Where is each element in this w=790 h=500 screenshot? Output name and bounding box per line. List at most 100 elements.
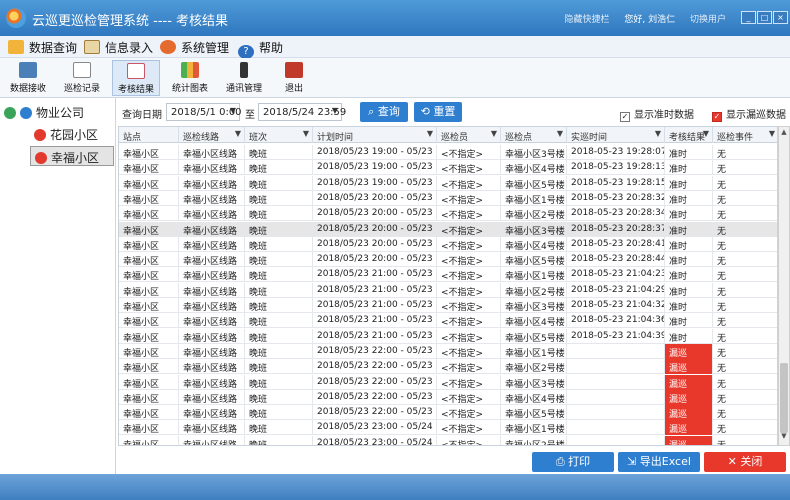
table-row[interactable]: 幸福小区幸福小区线路晚班2018/05/23 22:00 - 05/23 23:… [119, 359, 777, 375]
table-row[interactable]: 幸福小区幸福小区线路晚班2018/05/23 21:00 - 05/23 22:… [119, 298, 777, 313]
tool-communication[interactable]: 通讯管理 [220, 60, 268, 96]
tool-exit[interactable]: 退出 [276, 60, 312, 96]
end-date-picker[interactable]: 2018/5/24 23:59 ▼ [258, 103, 346, 121]
table-cell: 2018/05/23 20:00 - 05/23 21:00 [313, 236, 437, 252]
table-cell: 2018/05/23 22:00 - 05/23 23:00 [313, 405, 437, 421]
table-row[interactable]: 幸福小区幸福小区线路晚班2018/05/23 20:00 - 05/23 21:… [119, 190, 777, 206]
start-date-picker[interactable]: 2018/5/1 0:00 ▼ [166, 103, 242, 121]
tree-root[interactable]: 物业公司 [4, 104, 84, 124]
table-cell: 幸福小区4号楼 [501, 313, 567, 329]
scroll-down-icon[interactable]: ▼ [779, 432, 789, 444]
table-cell: 2018-05-23 19:28:15 [567, 175, 665, 191]
maximize-button[interactable]: □ [757, 11, 772, 24]
table-cell: 2018-05-23 21:04:23 [567, 267, 665, 283]
show-missed-label: 显示漏巡数据 [726, 110, 786, 121]
column-header[interactable]: 巡检点 ▼ [501, 127, 567, 143]
export-excel-button[interactable]: ⇲ 导出Excel [618, 452, 700, 472]
results-table: 站点 巡检线路 ▼ 班次 ▼ 计划时间 ▼ 巡检员 ▼ 巡检点 ▼ 实巡时间 ▼ 考核结果 ▼ 巡检事件 ▼ 幸… [118, 126, 778, 446]
tool-inspection-record[interactable]: 巡检记录 [58, 60, 106, 96]
table-cell: <不指定> [437, 343, 501, 359]
filter-icon[interactable]: ▼ [769, 129, 775, 138]
table-row[interactable]: 幸福小区幸福小区线路晚班2018/05/23 22:00 - 05/23 23:… [119, 405, 777, 421]
column-header[interactable]: 巡检线路 ▼ [179, 127, 245, 143]
close-window-button[interactable]: × [773, 11, 788, 24]
table-row[interactable]: 幸福小区幸福小区线路晚班2018/05/23 20:00 - 05/23 21:… [119, 236, 777, 252]
app-logo-icon [6, 8, 26, 28]
table-row[interactable]: 幸福小区幸福小区线路晚班2018/05/23 22:00 - 05/23 23:… [119, 389, 777, 405]
reset-button[interactable]: ⟲ 重置 [414, 102, 462, 122]
tree-item-happiness[interactable]: 幸福小区 [30, 146, 114, 166]
table-row[interactable]: 幸福小区幸福小区线路晚班2018/05/23 23:00 - 05/24 00:… [119, 420, 777, 436]
table-row[interactable]: 幸福小区幸福小区线路晚班2018/05/23 21:00 - 05/23 22:… [119, 313, 777, 329]
table-cell: 准时 [665, 236, 713, 252]
filter-icon[interactable]: ▼ [703, 129, 709, 138]
hide-shortcut-link[interactable]: 隐藏快捷栏 [564, 15, 609, 25]
table-cell: 幸福小区线路 [179, 298, 245, 313]
table-row[interactable]: 幸福小区幸福小区线路晚班2018/05/23 19:00 - 05/23 20:… [119, 145, 777, 160]
vertical-scrollbar[interactable]: ▲ ▼ [778, 126, 790, 446]
gear-icon [160, 40, 176, 54]
menu-help[interactable]: ? 帮助 [238, 39, 283, 59]
table-row[interactable]: 幸福小区幸福小区线路晚班2018/05/23 20:00 - 05/23 21:… [119, 206, 777, 222]
print-button[interactable]: ⎙ 打印 [532, 452, 614, 472]
menu-system-manage[interactable]: 系统管理 [160, 39, 229, 55]
switch-user-link[interactable]: 切换用户 [690, 15, 726, 25]
table-row[interactable]: 幸福小区幸福小区线路晚班2018/05/23 20:00 - 05/23 21:… [119, 252, 777, 268]
menu-data-query[interactable]: 数据查询 [8, 39, 77, 55]
table-row[interactable]: 幸福小区幸福小区线路晚班2018/05/23 23:00 - 05/24 00:… [119, 435, 777, 445]
table-cell: <不指定> [437, 252, 501, 268]
table-row[interactable]: 幸福小区幸福小区线路晚班2018/05/23 20:00 - 05/23 21:… [119, 221, 777, 237]
search-button[interactable]: ⌕ 查询 [360, 102, 408, 122]
menu-info-entry[interactable]: 信息录入 [84, 39, 153, 55]
filter-icon[interactable]: ▼ [655, 129, 661, 138]
table-row[interactable]: 幸福小区幸福小区线路晚班2018/05/23 22:00 - 05/23 23:… [119, 374, 777, 390]
filter-icon[interactable]: ▼ [303, 129, 309, 138]
filter-icon[interactable]: ▼ [235, 129, 241, 138]
column-header[interactable]: 站点 [119, 127, 179, 143]
column-header[interactable]: 实巡时间 ▼ [567, 127, 665, 143]
table-cell: 晚班 [245, 313, 313, 329]
tool-statistics-chart[interactable]: 统计图表 [166, 60, 214, 96]
scroll-thumb[interactable] [780, 363, 788, 433]
minimize-button[interactable]: _ [741, 11, 756, 24]
date-label: 查询日期 [122, 110, 162, 121]
tree-item-garden[interactable]: 花园小区 [30, 124, 114, 144]
scroll-up-icon[interactable]: ▲ [779, 128, 789, 140]
column-header[interactable]: 考核结果 ▼ [665, 127, 713, 143]
table-cell: 晚班 [245, 236, 313, 252]
collapse-icon[interactable] [4, 107, 16, 119]
table-row[interactable]: 幸福小区幸福小区线路晚班2018/05/23 19:00 - 05/23 20:… [119, 175, 777, 191]
table-row[interactable]: 幸福小区幸福小区线路晚班2018/05/23 21:00 - 05/23 22:… [119, 328, 777, 344]
column-header[interactable]: 巡检事件 ▼ [713, 127, 777, 143]
table-cell: 晚班 [245, 221, 313, 237]
tree-item-label: 花园小区 [50, 128, 99, 142]
column-header[interactable]: 计划时间 ▼ [313, 127, 437, 143]
table-cell: 2018/05/23 23:00 - 05/24 00:00 [313, 435, 437, 445]
filter-icon[interactable]: ▼ [427, 129, 433, 138]
table-cell: 幸福小区线路 [179, 267, 245, 283]
column-header[interactable]: 巡检员 ▼ [437, 127, 501, 143]
table-cell: 无 [713, 436, 777, 445]
column-header[interactable]: 班次 ▼ [245, 127, 313, 143]
site-tree: 物业公司 花园小区 幸福小区 [0, 98, 116, 474]
table-cell: 准时 [665, 328, 713, 344]
table-cell: 无 [713, 405, 777, 420]
table-cell: 2018-05-23 19:28:13 [567, 160, 665, 176]
table-row[interactable]: 幸福小区幸福小区线路晚班2018/05/23 21:00 - 05/23 22:… [119, 267, 777, 283]
site-icon [35, 152, 47, 164]
tool-data-receive[interactable]: 数据接收 [6, 60, 50, 96]
table-row[interactable]: 幸福小区幸福小区线路晚班2018/05/23 19:00 - 05/23 20:… [119, 160, 777, 176]
table-cell: 晚班 [245, 175, 313, 191]
export-icon: ⇲ [627, 455, 640, 468]
filter-icon[interactable]: ▼ [491, 129, 497, 138]
filter-icon[interactable]: ▼ [557, 129, 563, 138]
tool-label: 通讯管理 [225, 84, 262, 94]
show-ontime-checkbox[interactable]: ✓ 显示准时数据 [620, 106, 694, 122]
table-row[interactable]: 幸福小区幸福小区线路晚班2018/05/23 21:00 - 05/23 22:… [119, 282, 777, 298]
table-row[interactable]: 幸福小区幸福小区线路晚班2018/05/23 22:00 - 05/23 23:… [119, 343, 777, 359]
table-cell: 晚班 [245, 374, 313, 390]
table-cell: 幸福小区线路 [179, 313, 245, 329]
tool-assessment-result[interactable]: 考核结果 [112, 60, 160, 96]
show-missed-checkbox[interactable]: ✓ 显示漏巡数据 [712, 106, 786, 122]
close-button[interactable]: ✕ 关闭 [704, 452, 786, 472]
